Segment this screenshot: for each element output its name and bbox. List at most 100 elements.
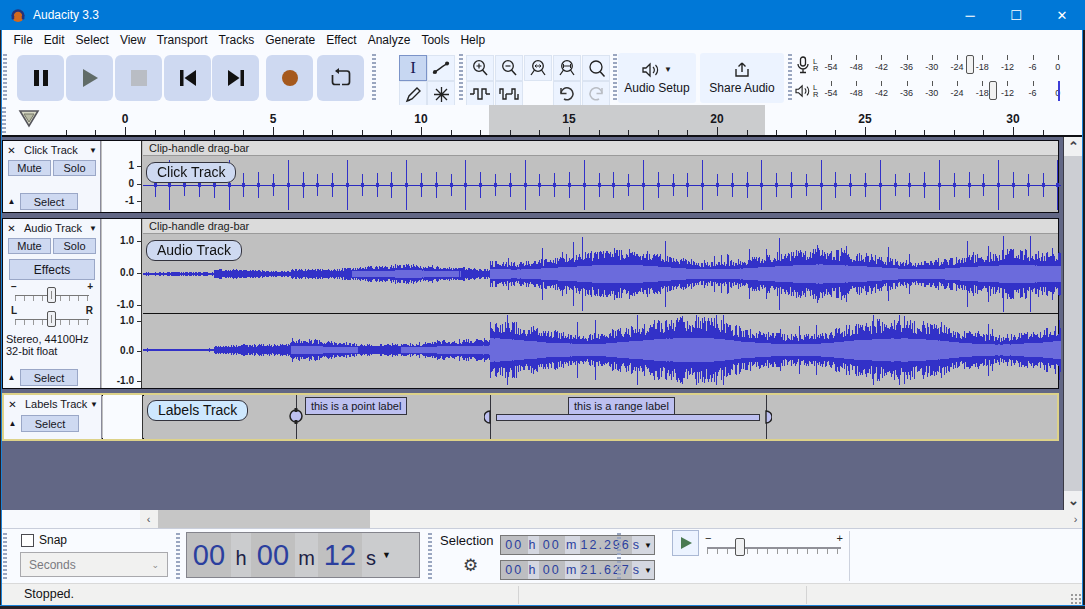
click-track-title-button[interactable]: Click Track ▼ bbox=[20, 142, 101, 158]
point-label-text[interactable]: this is a point label bbox=[305, 397, 408, 415]
click-track-content[interactable]: Clip-handle drag-bar Click Track bbox=[143, 141, 1058, 212]
close-button[interactable]: ✕ bbox=[1039, 0, 1085, 30]
audio-position-display[interactable]: 00 h 00 m 12 s ▼ bbox=[186, 532, 420, 578]
menu-tracks[interactable]: Tracks bbox=[213, 30, 260, 51]
selection-end-field[interactable]: 00h00m21.627s ▼ bbox=[500, 560, 655, 580]
fit-project-button[interactable] bbox=[553, 55, 581, 81]
menu-effect[interactable]: Effect bbox=[321, 30, 362, 51]
menu-edit[interactable]: Edit bbox=[38, 30, 70, 51]
transport-grabber[interactable] bbox=[3, 54, 7, 102]
meter-gain-thumb[interactable] bbox=[966, 55, 974, 74]
labels-track-title-button[interactable]: Labels Track ▼ bbox=[21, 396, 102, 412]
stop-button[interactable] bbox=[115, 55, 162, 101]
audio-track-solo-button[interactable]: Solo bbox=[53, 238, 96, 254]
range-label-text[interactable]: this is a range label bbox=[568, 397, 675, 415]
selection-start-field[interactable]: 00h00m12.296s ▼ bbox=[500, 535, 655, 555]
zoom-out-button[interactable] bbox=[495, 55, 523, 81]
envelope-tool-button[interactable] bbox=[427, 55, 455, 81]
maximize-button[interactable]: ☐ bbox=[993, 0, 1039, 30]
click-track-collapse-button[interactable]: ▲ bbox=[3, 194, 20, 209]
speed-slider-thumb[interactable] bbox=[735, 538, 745, 556]
draw-tool-button[interactable] bbox=[399, 81, 427, 107]
audio-track-vruler[interactable]: 1.0 0.0 -1.0 1.0 0.0 -1.0 bbox=[102, 219, 142, 388]
click-track-name-pill[interactable]: Click Track bbox=[146, 162, 236, 183]
scroll-left-arrow[interactable]: ‹ bbox=[140, 510, 157, 528]
selection-tool-button[interactable]: I bbox=[399, 55, 427, 81]
audio-track-clip-handle[interactable]: Clip-handle drag-bar bbox=[143, 219, 1058, 234]
audio-track-content[interactable]: Clip-handle drag-bar Audio Track bbox=[143, 219, 1058, 388]
labels-track-collapse-button[interactable]: ▲ bbox=[4, 416, 21, 431]
menu-select[interactable]: Select bbox=[70, 30, 114, 51]
click-track-close-button[interactable]: ✕ bbox=[3, 143, 20, 158]
range-label-bar[interactable] bbox=[496, 414, 760, 421]
audio-track-collapse-button[interactable]: ▲ bbox=[3, 370, 20, 385]
skip-to-start-button[interactable] bbox=[164, 55, 211, 101]
fit-selection-button[interactable] bbox=[524, 55, 552, 81]
pan-slider-thumb[interactable] bbox=[47, 311, 56, 327]
play-button[interactable] bbox=[66, 55, 113, 101]
click-track-waveform[interactable] bbox=[143, 157, 1061, 212]
edit-grabber[interactable] bbox=[459, 54, 463, 102]
scroll-up-arrow[interactable]: ⌃ bbox=[1064, 137, 1083, 156]
meter-gain-thumb[interactable] bbox=[989, 81, 997, 100]
playback-meter[interactable]: LR -54-48-42-36-30-24-18-12-60 bbox=[795, 78, 1070, 104]
ruler-grabber[interactable] bbox=[2, 107, 6, 133]
labels-track-content[interactable]: Labels Track this is a point label this … bbox=[144, 395, 1057, 439]
audio-track-name-pill[interactable]: Audio Track bbox=[146, 240, 242, 261]
selection-start-caret[interactable]: ▼ bbox=[642, 536, 654, 554]
menu-help[interactable]: Help bbox=[455, 30, 491, 51]
zoom-toggle-button[interactable] bbox=[582, 55, 610, 81]
time-seconds[interactable]: 12 bbox=[318, 533, 362, 577]
playhead-pin-icon[interactable] bbox=[18, 109, 40, 129]
time-format-caret[interactable]: ▼ bbox=[380, 550, 393, 560]
setup-grabber[interactable] bbox=[613, 54, 617, 102]
skip-to-end-button[interactable] bbox=[212, 55, 259, 101]
redo-button[interactable] bbox=[582, 81, 610, 107]
audio-track-effects-button[interactable]: Effects bbox=[9, 259, 95, 280]
hscroll-thumb[interactable] bbox=[158, 510, 370, 528]
horizontal-scrollbar[interactable]: ‹ › bbox=[0, 510, 1085, 528]
click-track-solo-button[interactable]: Solo bbox=[53, 160, 96, 176]
resize-grip[interactable] bbox=[1070, 593, 1082, 605]
tools-grabber[interactable] bbox=[372, 54, 376, 102]
menu-tools[interactable]: Tools bbox=[416, 30, 455, 51]
audio-track-select-button[interactable]: Select bbox=[20, 369, 78, 386]
audio-setup-button[interactable]: ▼ Audio Setup bbox=[618, 53, 696, 103]
pause-button[interactable] bbox=[17, 55, 64, 101]
menu-file[interactable]: File bbox=[8, 30, 38, 51]
multi-tool-button[interactable] bbox=[427, 81, 455, 107]
point-label-handle[interactable] bbox=[288, 408, 304, 424]
time-grabber[interactable] bbox=[176, 533, 180, 581]
record-button[interactable] bbox=[266, 55, 313, 101]
snap-mode-select[interactable]: Seconds ⌄ bbox=[20, 552, 168, 577]
audio-track-waveform-left[interactable] bbox=[143, 235, 1061, 313]
labels-track-close-button[interactable]: ✕ bbox=[4, 397, 21, 412]
range-label-start-handle[interactable] bbox=[484, 409, 496, 425]
audio-track-gain-slider[interactable]: −+ bbox=[11, 283, 93, 303]
silence-audio-button[interactable] bbox=[495, 81, 523, 107]
loop-button[interactable] bbox=[317, 55, 364, 101]
selection-settings-gear-icon[interactable]: ⚙ bbox=[463, 555, 478, 576]
menu-generate[interactable]: Generate bbox=[260, 30, 321, 51]
labels-track-select-button[interactable]: Select bbox=[21, 415, 79, 432]
playspeed-grabber[interactable] bbox=[617, 533, 621, 581]
play-at-speed-button[interactable] bbox=[672, 530, 699, 556]
menu-view[interactable]: View bbox=[114, 30, 151, 51]
click-track-vruler[interactable]: 1 0 -1 bbox=[102, 141, 142, 212]
zoom-in-button[interactable] bbox=[466, 55, 494, 81]
snap-checkbox[interactable] bbox=[21, 534, 34, 547]
timeline-ruler[interactable]: 051015202530 bbox=[0, 105, 1085, 137]
time-minutes[interactable]: 00 bbox=[251, 533, 295, 577]
menu-analyze[interactable]: Analyze bbox=[362, 30, 416, 51]
trim-audio-button[interactable] bbox=[466, 81, 494, 107]
recording-meter[interactable]: LR -54-48-42-36-30-24-18-12-60 bbox=[795, 52, 1070, 78]
audio-track-mute-button[interactable]: Mute bbox=[8, 238, 51, 254]
gain-slider-thumb[interactable] bbox=[47, 287, 56, 303]
scroll-down-arrow[interactable]: ⌄ bbox=[1064, 491, 1083, 510]
click-track-select-button[interactable]: Select bbox=[20, 193, 78, 210]
minimize-button[interactable]: ─ bbox=[947, 0, 993, 30]
audio-track-title-button[interactable]: Audio Track ▼ bbox=[20, 220, 101, 236]
click-track-clip-handle[interactable]: Clip-handle drag-bar bbox=[143, 141, 1058, 156]
selection-end-caret[interactable]: ▼ bbox=[642, 561, 654, 579]
share-audio-button[interactable]: Share Audio bbox=[700, 53, 784, 103]
